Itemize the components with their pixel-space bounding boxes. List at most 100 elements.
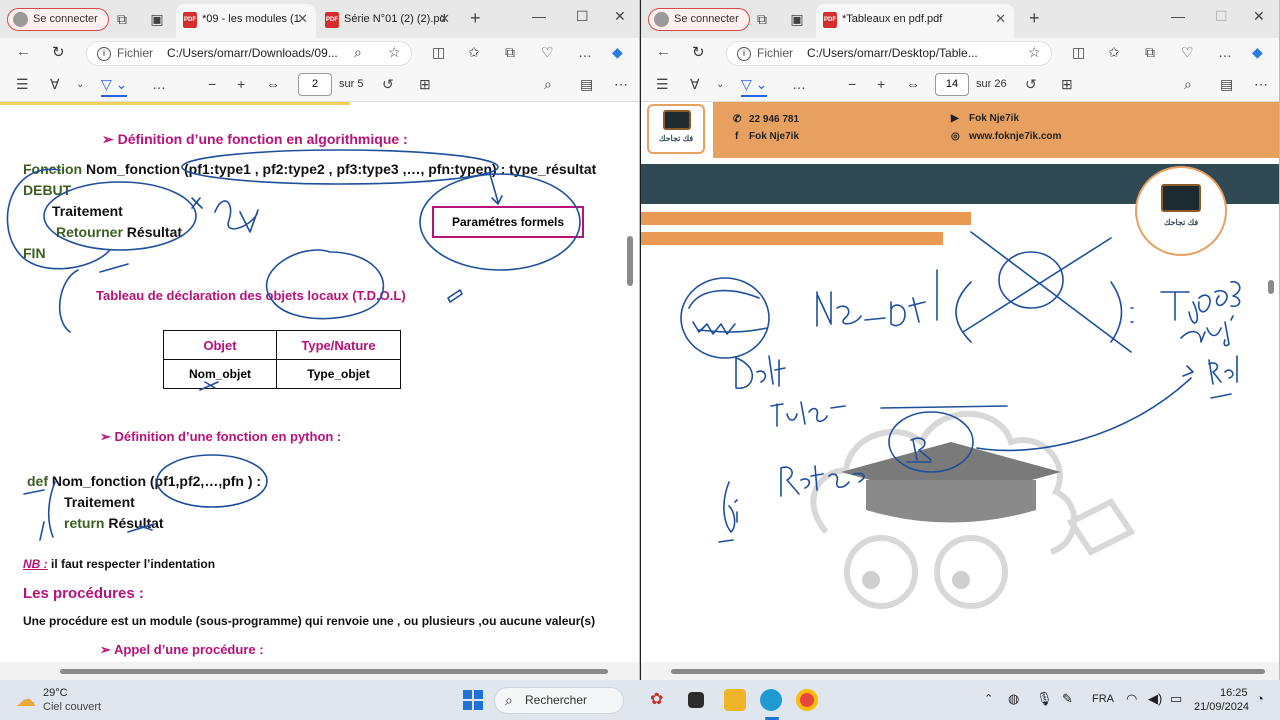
workspaces-icon[interactable]: ⧉ xyxy=(113,10,131,28)
volume-icon[interactable]: ◀) xyxy=(1148,691,1162,707)
battery-icon[interactable]: ▭ xyxy=(1170,691,1182,707)
start-icon[interactable] xyxy=(462,689,484,711)
task-view-icon[interactable] xyxy=(688,692,704,708)
back-icon[interactable]: ← xyxy=(656,43,671,60)
page-number-input[interactable]: 14 xyxy=(935,73,969,96)
more-options-icon[interactable]: ⋯ xyxy=(614,76,628,93)
url-field[interactable]: i Fichier C:/Users/omarr/Downloads/09... xyxy=(86,41,412,66)
search-icon[interactable]: ⌕ xyxy=(544,76,552,93)
page-view-icon[interactable]: ⊞ xyxy=(1061,76,1073,93)
collections-icon[interactable]: ⧉ xyxy=(1145,44,1155,61)
close-window-icon[interactable]: ✕ xyxy=(1253,8,1265,25)
close-tab-icon[interactable]: ✕ xyxy=(297,4,308,34)
close-window-icon[interactable]: ✕ xyxy=(614,8,626,25)
zoom-out-icon[interactable]: − xyxy=(848,76,856,92)
more-tools-icon[interactable]: … xyxy=(152,76,166,92)
microphone-icon[interactable]: 🎙 xyxy=(1036,691,1053,707)
tab-actions-icon[interactable]: ▣ xyxy=(148,10,166,28)
zoom-in-icon[interactable]: + xyxy=(877,76,885,92)
close-tab-icon[interactable]: ✕ xyxy=(995,4,1006,34)
tab-serie[interactable]: PDF Série N°01 (2) (2).pd ✕ xyxy=(318,4,458,38)
chevron-down-icon[interactable]: ⌄ xyxy=(716,79,724,90)
refresh-icon[interactable]: ↻ xyxy=(692,43,705,61)
right-browser-window: Se connecter ⧉ ▣ PDF *Tableaux en pdf.pdf… xyxy=(641,0,1280,680)
chevron-down-icon[interactable]: ⌄ xyxy=(76,79,84,90)
copilot-icon[interactable]: ◆ xyxy=(1252,44,1263,61)
profile-button[interactable]: Se connecter xyxy=(648,8,750,31)
taskbar-search[interactable]: ⌕ Rechercher xyxy=(494,687,624,714)
contents-icon[interactable]: ☰ xyxy=(656,76,669,93)
contents-icon[interactable]: ☰ xyxy=(16,76,29,93)
language-indicator[interactable]: FRA xyxy=(1092,693,1114,705)
weather-icon[interactable]: ☁ xyxy=(16,687,36,712)
notification-icon[interactable]: ◔ xyxy=(1256,691,1264,706)
favorite-star-icon[interactable]: ☆ xyxy=(388,44,401,61)
vertical-scrollbar[interactable] xyxy=(1268,280,1274,294)
tab-modules[interactable]: PDF *09 - les modules (1 ✕ xyxy=(176,4,316,38)
heartbeat-icon[interactable]: ♡ xyxy=(1181,44,1194,61)
refresh-icon[interactable]: ↻ xyxy=(52,43,65,61)
horizontal-scrollbar[interactable] xyxy=(641,662,1279,680)
widget-icon[interactable]: ✿ xyxy=(650,689,663,709)
zoom-in-icon[interactable]: + xyxy=(237,76,245,92)
tab-tableaux[interactable]: PDF *Tableaux en pdf.pdf ✕ xyxy=(816,4,1014,38)
highlight-icon[interactable]: ∀ xyxy=(50,76,60,93)
page-view-icon[interactable]: ⊞ xyxy=(419,76,431,93)
more-tools-icon[interactable]: … xyxy=(792,76,806,92)
copilot-icon[interactable]: ◆ xyxy=(612,44,623,61)
fit-page-icon[interactable]: ⇔ xyxy=(906,76,920,92)
new-tab-icon[interactable]: + xyxy=(1029,8,1040,29)
weather-desc[interactable]: Ciel couvert xyxy=(43,701,101,713)
weather-temp[interactable]: 29°C xyxy=(43,687,68,699)
scroll-thumb[interactable] xyxy=(671,669,1265,674)
zoom-out-icon[interactable]: − xyxy=(208,76,216,92)
page-number-input[interactable]: 2 xyxy=(298,73,332,96)
network-status-icon[interactable]: ◍ xyxy=(1008,691,1019,707)
workspaces-icon[interactable]: ⧉ xyxy=(753,10,771,28)
edge-icon[interactable] xyxy=(760,689,782,711)
tab-actions-icon[interactable]: ▣ xyxy=(788,10,806,28)
minimize-icon[interactable]: — xyxy=(1171,8,1185,24)
rotate-icon[interactable]: ↺ xyxy=(1025,76,1037,93)
profile-button[interactable]: Se connecter xyxy=(7,8,109,31)
favorite-star-icon[interactable]: ☆ xyxy=(1028,44,1041,61)
collections-icon[interactable]: ⧉ xyxy=(505,44,515,61)
search-icon[interactable]: ⌕ xyxy=(1184,76,1192,93)
clock-date[interactable]: 21/09/2024 xyxy=(1194,701,1249,713)
chrome-icon[interactable] xyxy=(796,689,818,711)
favorites-icon[interactable]: ✩ xyxy=(1108,44,1120,61)
file-explorer-icon[interactable] xyxy=(724,689,746,711)
maximize-icon[interactable]: ☐ xyxy=(1215,8,1228,25)
rotate-icon[interactable]: ↺ xyxy=(382,76,394,93)
split-screen-icon[interactable]: ◫ xyxy=(1072,44,1085,61)
heartbeat-icon[interactable]: ♡ xyxy=(541,44,554,61)
url-field[interactable]: i Fichier C:/Users/omarr/Desktop/Table... xyxy=(726,41,1052,66)
highlight-icon[interactable]: ∀ xyxy=(690,76,700,93)
maximize-icon[interactable]: ☐ xyxy=(576,8,589,25)
scroll-thumb[interactable] xyxy=(60,669,608,674)
more-options-icon[interactable]: ⋯ xyxy=(1254,76,1268,93)
pen-annotations xyxy=(680,231,1241,543)
new-tab-icon[interactable]: + xyxy=(470,8,481,29)
save-icon[interactable]: ▤ xyxy=(1220,76,1233,93)
split-screen-icon[interactable]: ◫ xyxy=(432,44,445,61)
close-tab-icon[interactable]: ✕ xyxy=(439,4,450,34)
clock-time[interactable]: 16:25 xyxy=(1220,687,1248,699)
favorites-icon[interactable]: ✩ xyxy=(468,44,480,61)
more-icon[interactable]: … xyxy=(578,44,592,60)
fit-page-icon[interactable]: ⇔ xyxy=(266,76,280,92)
back-icon[interactable]: ← xyxy=(16,43,31,60)
save-icon[interactable]: ▤ xyxy=(580,76,593,93)
minimize-icon[interactable]: — xyxy=(532,8,546,24)
wifi-icon[interactable]: ◠ xyxy=(1126,691,1137,707)
chevron-up-icon[interactable]: ⌃ xyxy=(984,692,993,705)
find-icon[interactable]: ⌕ xyxy=(354,44,362,61)
pdf-page: فك تجاحك ✆ 22 946 781 f Fok Nje7ik ▶ Fok… xyxy=(641,102,1279,662)
more-icon[interactable]: … xyxy=(1218,44,1232,60)
pen-icon[interactable]: ✎ xyxy=(1062,691,1073,707)
vertical-scrollbar[interactable] xyxy=(627,236,633,286)
draw-icon[interactable]: ▽ ⌄ xyxy=(101,76,128,97)
horizontal-scrollbar[interactable] xyxy=(0,662,639,680)
draw-icon[interactable]: ▽ ⌄ xyxy=(741,76,768,97)
address-bar-row: ← ↻ i Fichier C:/Users/omarr/Desktop/Table… xyxy=(641,38,1279,68)
